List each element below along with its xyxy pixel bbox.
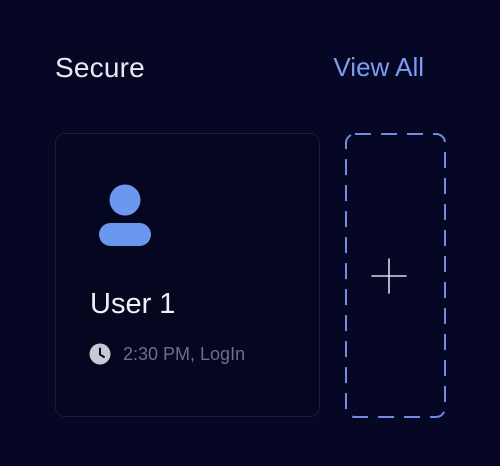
add-card-button[interactable]	[345, 133, 446, 418]
activity-text: 2:30 PM, LogIn	[123, 343, 246, 364]
user-name: User 1	[90, 288, 176, 320]
section-title: Secure	[55, 52, 145, 83]
clock-icon	[89, 343, 111, 365]
user-icon	[99, 184, 151, 246]
activity-row: 2:30 PM, LogIn	[89, 342, 245, 366]
user-card[interactable]: User 1 2:30 PM, LogIn	[55, 133, 320, 417]
view-all-link[interactable]: View All	[333, 52, 424, 83]
plus-icon	[371, 258, 407, 294]
